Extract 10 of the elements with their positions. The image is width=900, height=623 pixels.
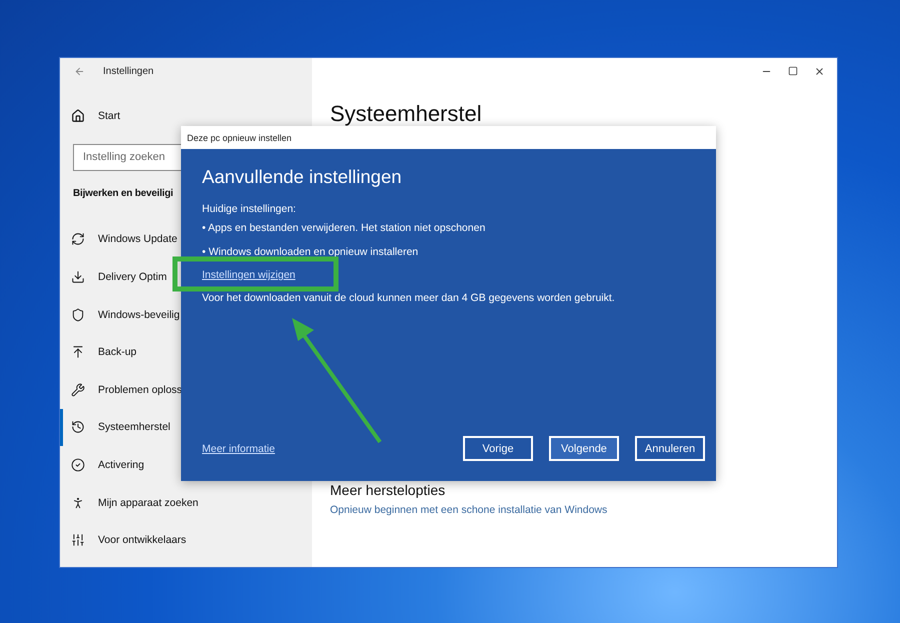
dialog-heading: Aanvullende instellingen: [202, 166, 403, 188]
dialog-title: Deze pc opnieuw instellen: [181, 126, 716, 149]
current-settings-label: Huidige instellingen:: [202, 203, 297, 216]
bullet-text: • Apps en bestanden verwijderen. Het station niet opschonen: [202, 222, 486, 235]
window-title: Instellingen: [103, 66, 154, 76]
note-text: Voor het downloaden vanuit de cloud kunnen meer dan 4 GB gegevens worden gebruikt.: [202, 292, 616, 305]
bullet-text: • Windows downloaden en opnieuw installeren: [202, 246, 420, 259]
section-heading: Bijwerken en beveiligi: [73, 188, 174, 199]
page-heading: Systeemherstel: [330, 101, 483, 127]
section-heading: Meer herstelopties: [330, 482, 446, 499]
